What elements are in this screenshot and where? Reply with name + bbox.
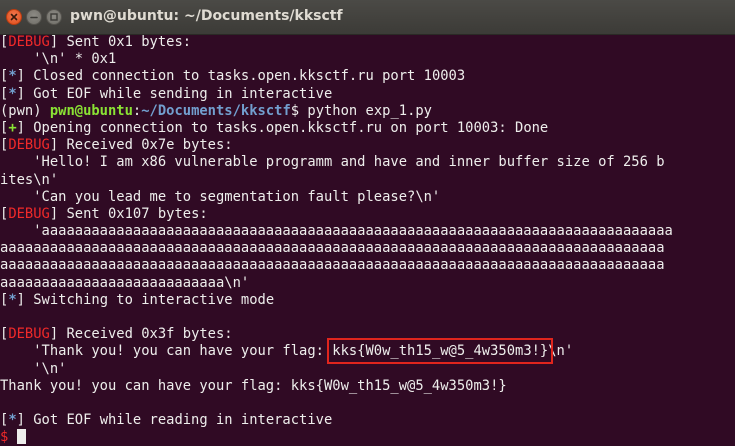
terminal-line: aaaaaaaaaaaaaaaaaaaaaaaaaaaaaaaaaaaaaaaa… bbox=[0, 240, 665, 257]
terminal-output[interactable]: [DEBUG] Sent 0x1 bytes: '\n' * 0x1 [*] C… bbox=[0, 34, 735, 446]
terminal-line: '\n' * 0x1 bbox=[0, 51, 117, 68]
terminal-line: [*] Switching to interactive mode bbox=[0, 291, 275, 308]
terminal-line: [DEBUG] Received 0x3f bytes: bbox=[0, 326, 233, 343]
window-title: pwn@ubuntu: ~/Documents/kksctf bbox=[70, 8, 343, 24]
close-button[interactable] bbox=[6, 9, 22, 25]
minimize-button[interactable] bbox=[26, 9, 42, 25]
terminal-line: [+] Opening connection to tasks.open.kks… bbox=[0, 119, 549, 136]
terminal-line: 'Hello! I am x86 vulnerable programm and… bbox=[0, 154, 665, 171]
terminal-line: [*] Closed connection to tasks.open.kksc… bbox=[0, 68, 466, 85]
prompt-path: ~/Documents/kksctf bbox=[141, 102, 291, 119]
terminal-line: Thank you! you can have your flag: kks{W… bbox=[0, 377, 507, 394]
maximize-icon bbox=[50, 13, 58, 21]
terminal-line: [DEBUG] Sent 0x107 bytes: bbox=[0, 205, 208, 222]
maximize-button[interactable] bbox=[46, 9, 62, 25]
terminal-line: [DEBUG] Received 0x7e bytes: bbox=[0, 137, 233, 154]
text-cursor bbox=[16, 429, 26, 445]
terminal-line: [*] Got EOF while reading in interactive bbox=[0, 412, 333, 429]
minimize-icon bbox=[30, 16, 38, 19]
terminal-line: '\n' bbox=[0, 360, 67, 377]
terminal-line: aaaaaaaaaaaaaaaaaaaaaaaaaaaaaaaaaaaaaaaa… bbox=[0, 257, 665, 274]
interactive-prompt: $ bbox=[0, 429, 17, 446]
terminal-line: ites\n' bbox=[0, 171, 59, 188]
shell-prompt-line: (pwn) pwn@ubuntu:~/Documents/kksctf$ pyt… bbox=[0, 102, 432, 119]
command-text: python exp_1.py bbox=[307, 102, 432, 119]
terminal-line: [DEBUG] Sent 0x1 bytes: bbox=[0, 34, 192, 50]
interactive-prompt-line[interactable]: $ bbox=[0, 429, 735, 446]
terminal-line: 'Can you lead me to segmentation fault p… bbox=[0, 188, 441, 205]
terminal-line: 'Thank you! you can have your flag: kks{… bbox=[0, 338, 574, 365]
title-bar[interactable]: pwn@ubuntu: ~/Documents/kksctf bbox=[0, 0, 735, 35]
prompt-user: pwn@ubuntu bbox=[49, 102, 133, 119]
close-icon bbox=[10, 13, 18, 21]
terminal-line: [*] Got EOF while sending in interactive bbox=[0, 85, 333, 102]
terminal-line: 'aaaaaaaaaaaaaaaaaaaaaaaaaaaaaaaaaaaaaaa… bbox=[0, 223, 673, 240]
terminal-line: aaaaaaaaaaaaaaaaaaaaaaaaaaa\n' bbox=[0, 274, 250, 291]
highlighted-flag: kks{W0w_th15_w@5_4w350m3!} bbox=[327, 338, 554, 365]
terminal-window: pwn@ubuntu: ~/Documents/kksctf [DEBUG] S… bbox=[0, 0, 735, 446]
